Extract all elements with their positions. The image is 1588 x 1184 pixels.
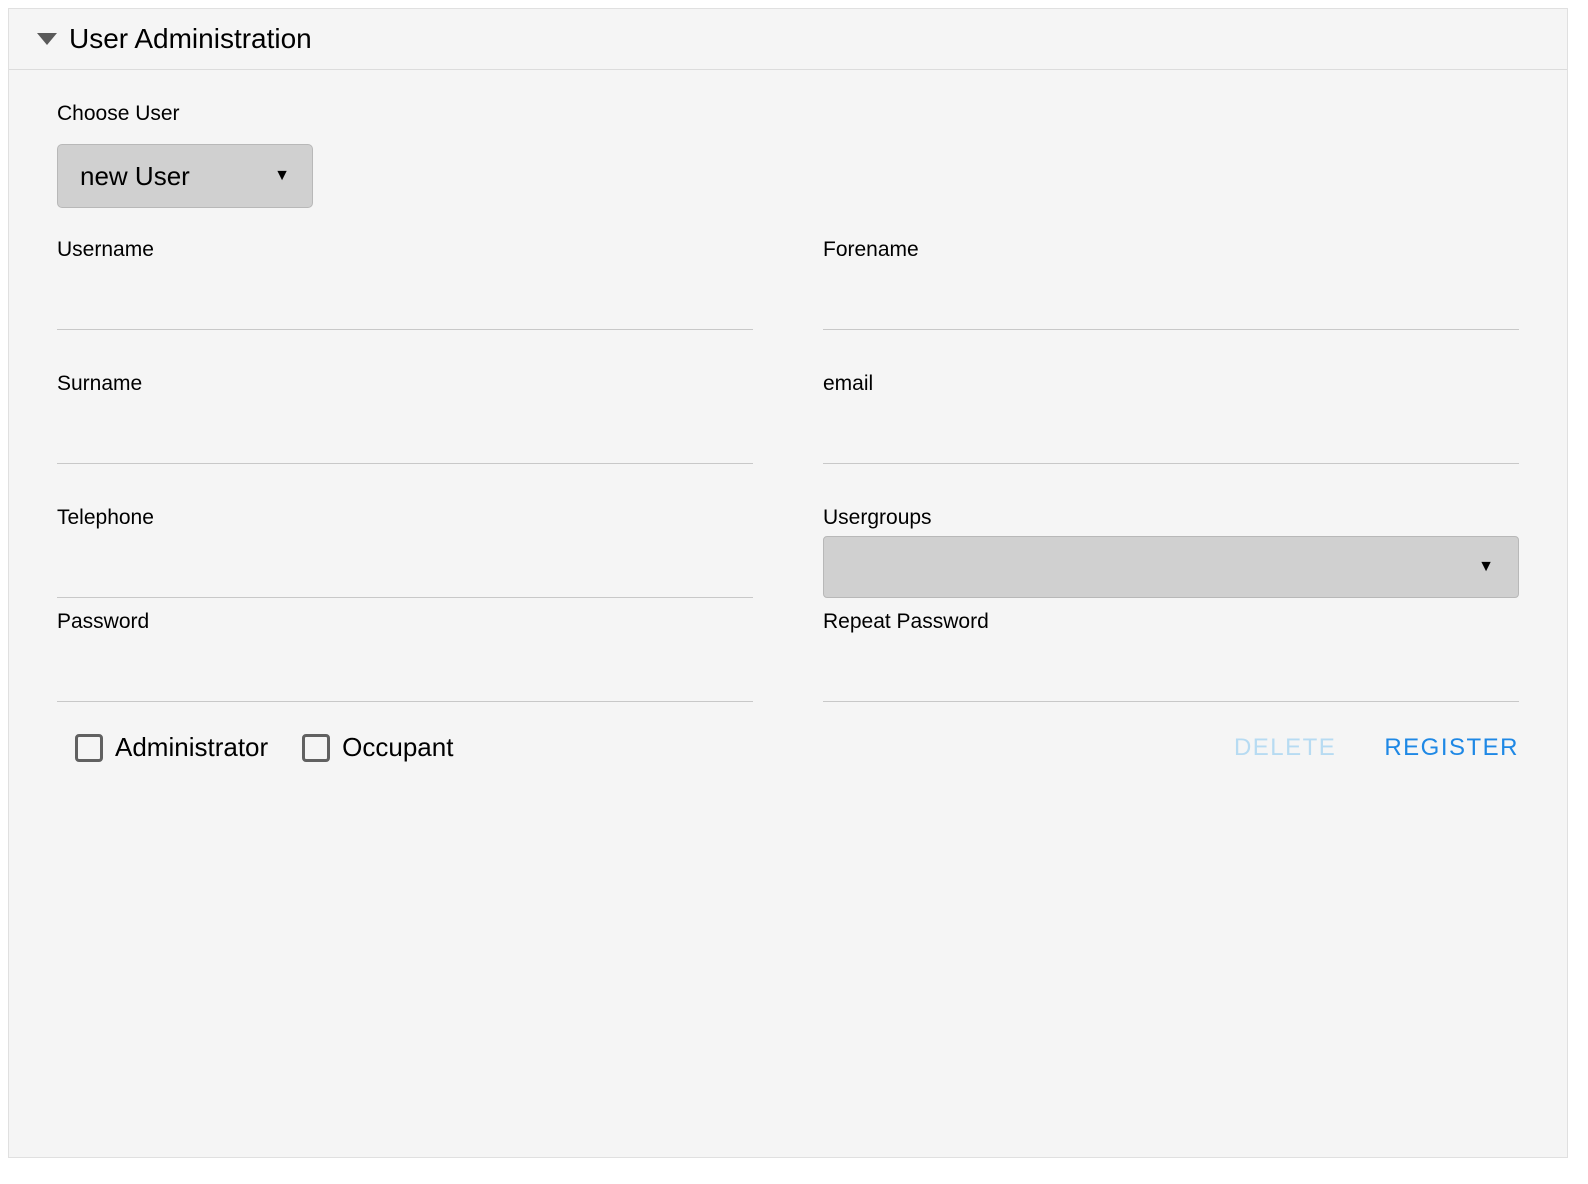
choose-user-select[interactable]: new User ▼ bbox=[57, 144, 313, 208]
repeat-password-input[interactable] bbox=[823, 640, 1519, 702]
choose-user-label: Choose User bbox=[57, 102, 1519, 126]
forename-label: Forename bbox=[823, 238, 1519, 262]
roles-row: Administrator Occupant DELETE REGISTER bbox=[57, 732, 1519, 763]
telephone-label: Telephone bbox=[57, 506, 753, 530]
administrator-checkbox[interactable]: Administrator bbox=[75, 732, 268, 763]
telephone-field: Telephone bbox=[57, 506, 753, 598]
panel-header: User Administration bbox=[9, 9, 1567, 70]
panel-title: User Administration bbox=[69, 23, 312, 55]
repeat-password-field: Repeat Password bbox=[823, 610, 1519, 702]
username-input[interactable] bbox=[57, 268, 753, 330]
choose-user-section: Choose User new User ▼ bbox=[57, 102, 1519, 208]
administrator-label: Administrator bbox=[115, 732, 268, 763]
usergroups-label: Usergroups bbox=[823, 506, 1519, 530]
chevron-down-icon: ▼ bbox=[1478, 558, 1494, 576]
occupant-checkbox[interactable]: Occupant bbox=[302, 732, 453, 763]
surname-input[interactable] bbox=[57, 402, 753, 464]
form-grid: Username Forename Surname email Telephon… bbox=[57, 238, 1519, 702]
surname-label: Surname bbox=[57, 372, 753, 396]
usergroups-select[interactable]: ▼ bbox=[823, 536, 1519, 598]
forename-field: Forename bbox=[823, 238, 1519, 330]
checkbox-icon bbox=[302, 734, 330, 762]
email-field: email bbox=[823, 372, 1519, 464]
register-button[interactable]: REGISTER bbox=[1384, 734, 1519, 762]
user-admin-panel: User Administration Choose User new User… bbox=[8, 8, 1568, 1158]
chevron-down-icon: ▼ bbox=[274, 167, 290, 185]
panel-body: Choose User new User ▼ Username Forename… bbox=[9, 70, 1567, 795]
action-buttons: DELETE REGISTER bbox=[1234, 734, 1519, 762]
email-input[interactable] bbox=[823, 402, 1519, 464]
usergroups-field: Usergroups ▼ bbox=[823, 506, 1519, 598]
telephone-input[interactable] bbox=[57, 536, 753, 598]
username-field: Username bbox=[57, 238, 753, 330]
password-label: Password bbox=[57, 610, 753, 634]
password-input[interactable] bbox=[57, 640, 753, 702]
username-label: Username bbox=[57, 238, 753, 262]
delete-button[interactable]: DELETE bbox=[1234, 734, 1336, 762]
choose-user-selected: new User bbox=[80, 161, 190, 192]
collapse-toggle-icon[interactable] bbox=[37, 33, 57, 45]
checkbox-icon bbox=[75, 734, 103, 762]
repeat-password-label: Repeat Password bbox=[823, 610, 1519, 634]
email-label: email bbox=[823, 372, 1519, 396]
occupant-label: Occupant bbox=[342, 732, 453, 763]
surname-field: Surname bbox=[57, 372, 753, 464]
forename-input[interactable] bbox=[823, 268, 1519, 330]
password-field: Password bbox=[57, 610, 753, 702]
checkbox-group: Administrator Occupant bbox=[75, 732, 453, 763]
